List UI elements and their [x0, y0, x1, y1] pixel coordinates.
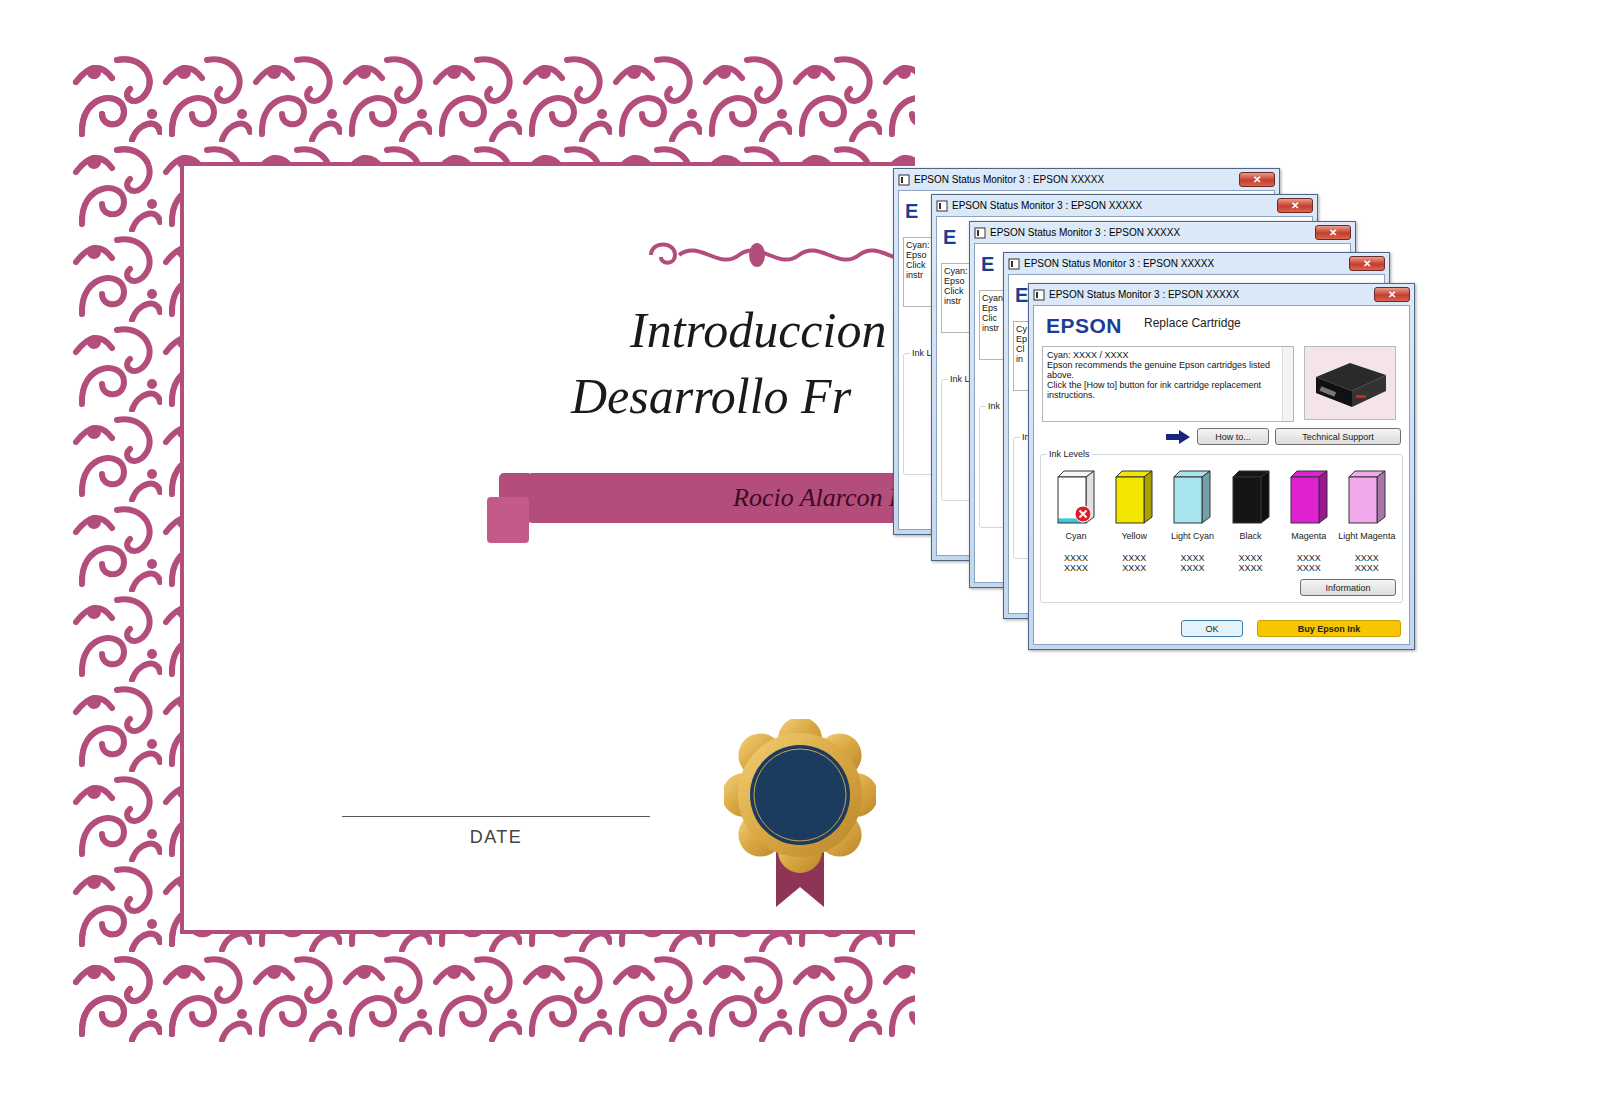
printer-picture: [1304, 346, 1396, 420]
message-box[interactable]: Cyan: XXXX / XXXXEpson recommends the ge…: [1042, 346, 1294, 422]
technical-support-button[interactable]: Technical Support: [1275, 428, 1401, 445]
message-text: Cyan: XXXX / XXXXEpson recommends the ge…: [1043, 347, 1282, 421]
title-bar[interactable]: EPSON Status Monitor 3 : EPSON XXXXX ✕: [898, 169, 1275, 190]
name-ribbon: Rocio Alarcon P: [487, 473, 915, 545]
close-button[interactable]: ✕: [1374, 287, 1410, 302]
ink-values: XXXXXXXX: [1180, 553, 1204, 573]
window-title: EPSON Status Monitor 3 : EPSON XXXXX: [1024, 258, 1345, 269]
ink-cartridge-icon: [1056, 467, 1096, 527]
ink-name: Light Cyan: [1171, 531, 1214, 541]
epson-logo: EPSON: [1046, 314, 1122, 338]
recipient-name: Rocio Alarcon P: [531, 473, 915, 523]
ink-item: Magenta XXXXXXXX: [1280, 467, 1337, 573]
header: EPSON Replace Cartridge: [1034, 306, 1409, 346]
buy-ink-button[interactable]: Buy Epson Ink: [1257, 620, 1401, 637]
empty-warning-icon: [1075, 506, 1091, 522]
close-button[interactable]: ✕: [1277, 198, 1313, 213]
ink-name: Cyan: [1066, 531, 1087, 541]
window-title: EPSON Status Monitor 3 : EPSON XXXXX: [990, 227, 1311, 238]
ink-values: XXXXXXXX: [1297, 553, 1321, 573]
ink-levels-label: Ink Levels: [1047, 449, 1092, 459]
title-line: Introduccion: [630, 297, 915, 363]
ink-row: Cyan XXXXXXXX Yellow XXXXXXXX Light Cyan XXXX…: [1047, 467, 1396, 573]
title-bar[interactable]: EPSON Status Monitor 3 : EPSON XXXXX ✕: [1008, 253, 1385, 274]
bottom-bar: OK Buy Epson Ink: [1034, 614, 1409, 644]
printer-icon: [1310, 355, 1390, 411]
certificate: IntroduccionDesarrollo Fr Rocio Alarcon P…: [72, 52, 915, 1045]
app-icon: [936, 200, 948, 212]
ink-item: Cyan XXXXXXXX: [1048, 467, 1105, 573]
date-label: DATE: [342, 816, 650, 848]
ribbon-fold-icon: [487, 473, 533, 545]
window-title: EPSON Status Monitor 3 : EPSON XXXXX: [914, 174, 1235, 185]
certificate-title: IntroduccionDesarrollo Fr: [72, 297, 915, 429]
ink-values: XXXXXXXX: [1239, 553, 1263, 573]
information-button[interactable]: Information: [1300, 579, 1396, 596]
seal-icon: [724, 719, 876, 909]
ink-values: XXXXXXXX: [1355, 553, 1379, 573]
action-row: How to... Technical Support: [1034, 422, 1409, 445]
ink-name: Light Magenta: [1338, 531, 1395, 541]
ink-item: Light Cyan XXXXXXXX: [1164, 467, 1221, 573]
window-title: EPSON Status Monitor 3 : EPSON XXXXX: [952, 200, 1273, 211]
ink-cartridge-icon: [1114, 467, 1154, 527]
title-bar[interactable]: EPSON Status Monitor 3 : EPSON XXXXX ✕: [1033, 284, 1410, 305]
window-body: EPSON Replace Cartridge Cyan: XXXX / XXXXE…: [1033, 305, 1410, 645]
heading: Replace Cartridge: [1144, 316, 1241, 330]
ink-cartridge-icon: [1231, 467, 1271, 527]
window-title: EPSON Status Monitor 3 : EPSON XXXXX: [1049, 289, 1370, 300]
ink-levels-group: Ink LevelsCyanXXXXXXXXYellowXXXXXXXXLigh…: [1040, 454, 1403, 603]
ink-levels-label: Ink L: [948, 374, 972, 384]
title-bar[interactable]: EPSON Status Monitor 3 : EPSON XXXXX ✕: [936, 195, 1313, 216]
ink-cartridge-icon: [1347, 467, 1387, 527]
title-bar[interactable]: EPSON Status Monitor 3 : EPSON XXXXX ✕: [974, 222, 1351, 243]
app-icon: [974, 227, 986, 239]
ink-item: Light Magenta XXXXXXXX: [1338, 467, 1395, 573]
ink-name: Yellow: [1121, 531, 1147, 541]
arrow-icon: [1165, 430, 1191, 444]
status-monitor-window[interactable]: EPSON Status Monitor 3 : EPSON XXXXX✕EPS…: [1028, 283, 1415, 650]
scrollbar[interactable]: [1282, 347, 1293, 421]
app-icon: [1008, 258, 1020, 270]
title-line: Desarrollo Fr: [571, 363, 915, 429]
info-row: Information: [1047, 579, 1396, 596]
ink-values: XXXXXXXX: [1064, 553, 1088, 573]
title-ornament-icon: [637, 235, 915, 275]
close-button[interactable]: ✕: [1349, 256, 1385, 271]
ink-levels-label: Ink L: [910, 348, 934, 358]
close-button[interactable]: ✕: [1315, 225, 1351, 240]
ink-name: Black: [1240, 531, 1262, 541]
message-row: Cyan: XXXX / XXXXEpson recommends the ge…: [1034, 346, 1409, 422]
ink-cartridge-icon: [1289, 467, 1329, 527]
close-button[interactable]: ✕: [1239, 172, 1275, 187]
ink-cartridge-icon: [1172, 467, 1212, 527]
ink-item: Black XXXXXXXX: [1222, 467, 1279, 573]
app-icon: [1033, 289, 1045, 301]
how-to-button[interactable]: How to...: [1197, 428, 1269, 445]
ink-item: Yellow XXXXXXXX: [1106, 467, 1163, 573]
app-icon: [898, 174, 910, 186]
ink-values: XXXXXXXX: [1122, 553, 1146, 573]
page: IntroduccionDesarrollo Fr Rocio Alarcon P…: [0, 0, 1600, 1100]
ink-name: Magenta: [1291, 531, 1326, 541]
ok-button[interactable]: OK: [1181, 620, 1243, 637]
